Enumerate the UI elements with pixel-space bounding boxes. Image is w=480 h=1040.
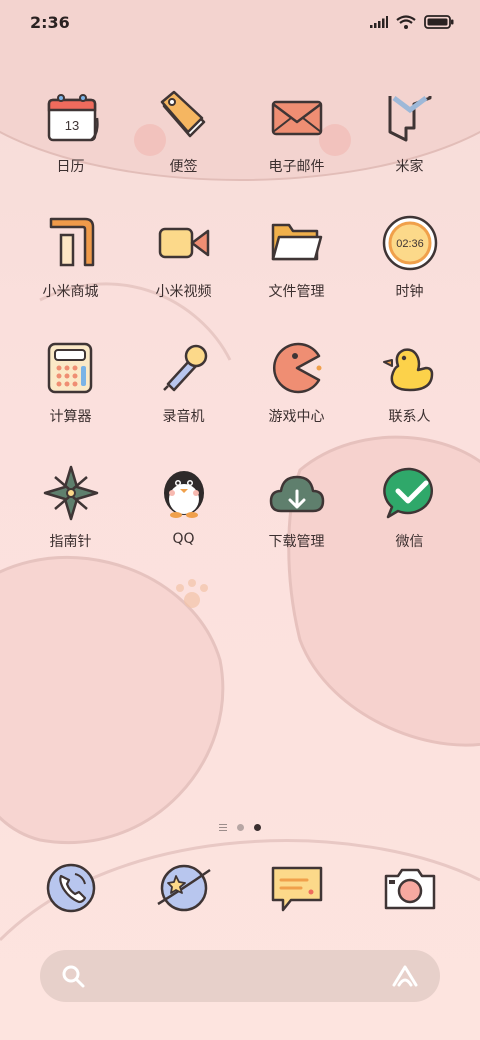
app-notes[interactable]: 便签 <box>127 88 240 213</box>
app-drawer-indicator-icon[interactable] <box>219 824 227 831</box>
message-icon[interactable] <box>267 858 327 918</box>
app-label: QQ <box>172 531 195 547</box>
page-dot-active[interactable] <box>254 824 261 831</box>
app-compass[interactable]: 指南针 <box>14 463 127 588</box>
duck-icon <box>380 338 440 398</box>
assistant-icon[interactable] <box>390 963 420 989</box>
mijia-icon <box>380 88 440 148</box>
app-calculator[interactable]: 计算器 <box>14 338 127 463</box>
pacman-icon <box>267 338 327 398</box>
app-files[interactable]: 文件管理 <box>240 213 353 338</box>
status-time: 2:36 <box>30 12 70 32</box>
app-label: 电子邮件 <box>268 159 325 175</box>
clock-icon: 02:36 <box>380 213 440 273</box>
app-downloads[interactable]: 下载管理 <box>240 463 353 588</box>
app-recorder[interactable]: 录音机 <box>127 338 240 463</box>
dock <box>14 858 466 918</box>
app-label: 录音机 <box>162 409 205 425</box>
app-label: 便签 <box>169 159 198 175</box>
browser-planet-icon[interactable] <box>154 858 214 918</box>
phone-icon[interactable] <box>41 858 101 918</box>
battery-icon <box>424 15 454 29</box>
app-wechat[interactable]: 微信 <box>353 463 466 588</box>
tag-icon <box>154 88 214 148</box>
microphone-icon <box>154 338 214 398</box>
app-label: 时钟 <box>395 284 424 300</box>
penguin-icon <box>154 463 214 523</box>
app-label: 指南针 <box>49 534 92 550</box>
calendar-icon: 13 <box>41 88 101 148</box>
app-label: 文件管理 <box>268 284 325 300</box>
app-contacts[interactable]: 联系人 <box>353 338 466 463</box>
search-icon[interactable] <box>60 963 86 989</box>
page-indicator[interactable] <box>0 824 480 831</box>
app-label: 小米视频 <box>155 284 212 300</box>
calendar-date: 13 <box>64 118 78 133</box>
app-mi-store[interactable]: 小米商城 <box>14 213 127 338</box>
app-mi-video[interactable]: 小米视频 <box>127 213 240 338</box>
page-dot[interactable] <box>237 824 244 831</box>
app-label: 计算器 <box>49 409 92 425</box>
camera-icon[interactable] <box>380 858 440 918</box>
app-qq[interactable]: QQ <box>127 463 240 588</box>
app-clock[interactable]: 02:36 时钟 <box>353 213 466 338</box>
app-mijia[interactable]: 米家 <box>353 88 466 213</box>
status-icons <box>370 15 454 29</box>
video-camera-icon <box>154 213 214 273</box>
folder-icon <box>267 213 327 273</box>
wifi-icon <box>396 15 416 29</box>
app-label: 微信 <box>395 534 424 550</box>
app-label: 日历 <box>56 159 85 175</box>
cloud-download-icon <box>267 463 327 523</box>
compass-icon <box>41 463 101 523</box>
search-bar[interactable] <box>40 950 440 1002</box>
app-label: 联系人 <box>388 409 431 425</box>
app-label: 小米商城 <box>42 284 99 300</box>
envelope-icon <box>267 88 327 148</box>
app-label: 下载管理 <box>268 534 325 550</box>
mi-store-icon <box>41 213 101 273</box>
app-grid: 13 日历 便签 电子邮件 米家 小米商城 小米视频 文件管理 02:36 时钟… <box>14 88 466 588</box>
clock-time: 02:36 <box>396 238 424 250</box>
calculator-icon <box>41 338 101 398</box>
app-game-center[interactable]: 游戏中心 <box>240 338 353 463</box>
app-calendar[interactable]: 13 日历 <box>14 88 127 213</box>
status-bar: 2:36 <box>0 0 480 44</box>
app-email[interactable]: 电子邮件 <box>240 88 353 213</box>
wechat-icon <box>380 463 440 523</box>
app-label: 米家 <box>395 159 424 175</box>
signal-icon <box>370 16 388 28</box>
app-label: 游戏中心 <box>268 409 325 425</box>
